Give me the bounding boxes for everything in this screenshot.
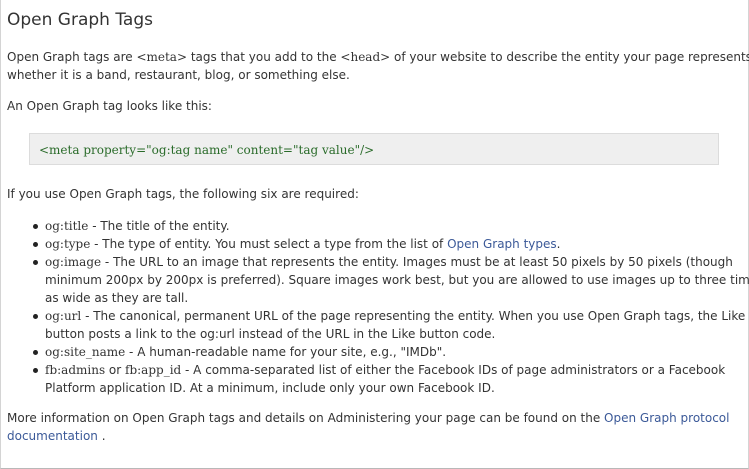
list-item: og:image - The URL to an image that repr…	[31, 253, 749, 307]
page: Open Graph Tags Open Graph tags are <met…	[1, 0, 749, 469]
required-tags-list: og:title - The title of the entity. og:t…	[31, 217, 749, 397]
tag-code: fb:admins	[45, 363, 106, 377]
item-text: - The URL to an image that represents th…	[101, 255, 733, 269]
item-text: - A human-readable name for your site, e…	[125, 345, 447, 359]
list-item: og:title - The title of the entity.	[31, 217, 731, 235]
intro-text: Open Graph tags are	[7, 50, 137, 64]
footer-line-1: More information on Open Graph tags and …	[7, 409, 729, 427]
tag-code: og:type	[45, 237, 91, 251]
footer-text: More information on Open Graph tags and …	[7, 411, 605, 425]
example-label: An Open Graph tag looks like this:	[7, 99, 212, 113]
item-text: Platform application ID. At a minimum, i…	[45, 381, 495, 395]
intro-text: of your website to describe the entity y…	[390, 50, 749, 64]
intro-line-2: whether it is a band, restaurant, blog, …	[7, 68, 350, 82]
head-code: <head>	[340, 50, 391, 64]
code-example: <meta property="og:tag name" content="ta…	[39, 143, 375, 157]
item-text: - The canonical, permanent URL of the pa…	[81, 309, 746, 323]
required-label: If you use Open Graph tags, the followin…	[7, 187, 359, 201]
list-item: og:type - The type of entity. You must s…	[31, 235, 731, 253]
item-text: as wide as they are tall.	[45, 291, 189, 305]
item-text: - The type of entity. You must select a …	[90, 237, 448, 251]
list-item: og:site_name - A human-readable name for…	[31, 343, 731, 361]
item-text: .	[556, 237, 561, 251]
tag-code: og:url	[45, 309, 82, 323]
item-text: - The title of the entity.	[88, 219, 230, 233]
item-text: - A comma-separated list of either the F…	[181, 363, 726, 377]
open-graph-protocol-link[interactable]: Open Graph protocol	[604, 411, 729, 425]
intro-line-1: Open Graph tags are <meta> tags that you…	[7, 48, 749, 66]
footer-text: .	[97, 429, 106, 443]
item-text: button posts a link to the og:url instea…	[45, 327, 496, 341]
tag-code: og:site_name	[45, 345, 126, 359]
page-title: Open Graph Tags	[7, 10, 153, 30]
intro-text: tags that you add to the	[187, 50, 341, 64]
code-example-box: <meta property="og:tag name" content="ta…	[29, 133, 719, 165]
list-item: fb:admins or fb:app_id - A comma-separat…	[31, 361, 731, 397]
tag-code: og:image	[45, 255, 102, 269]
item-text: or	[105, 363, 126, 377]
open-graph-types-link[interactable]: Open Graph types	[447, 237, 557, 251]
footer-line-2: documentation .	[7, 427, 106, 445]
list-item: og:url - The canonical, permanent URL of…	[31, 307, 745, 343]
documentation-link[interactable]: documentation	[7, 429, 98, 443]
tag-code: fb:app_id	[125, 363, 182, 377]
meta-code: <meta>	[136, 50, 188, 64]
item-text: minimum 200px by 200px is preferred). Sq…	[45, 273, 749, 287]
tag-code: og:title	[45, 219, 89, 233]
